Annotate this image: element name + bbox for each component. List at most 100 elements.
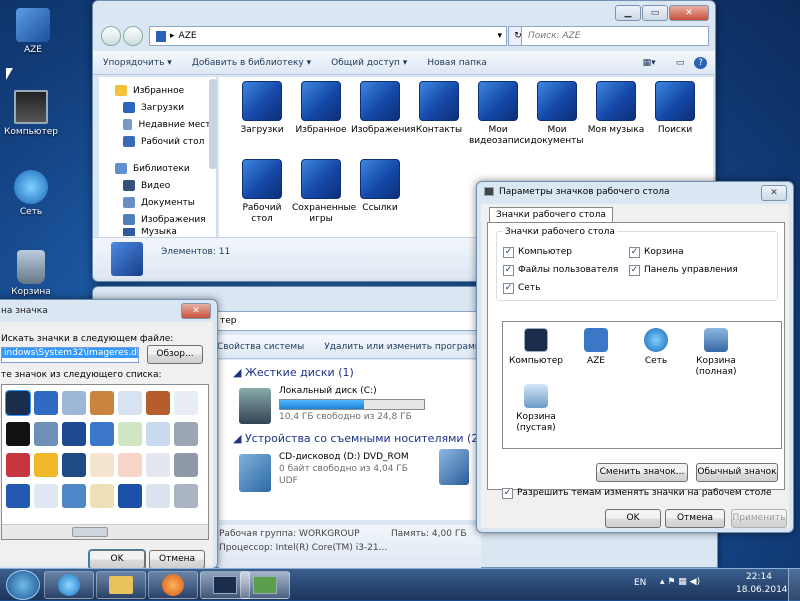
- folders-icon[interactable]: [62, 484, 86, 508]
- preview-network[interactable]: Сеть: [627, 328, 685, 367]
- browse-button[interactable]: Обзор...: [147, 345, 203, 364]
- scroll-thumb[interactable]: [72, 527, 108, 537]
- help-icon[interactable]: ?: [694, 56, 707, 69]
- screen-icon[interactable]: [62, 453, 86, 477]
- view-options-icon[interactable]: ▦▾: [633, 58, 666, 68]
- forward-button[interactable]: [123, 26, 143, 46]
- start-button[interactable]: [6, 570, 40, 600]
- folder-item[interactable]: Рабочий стол: [233, 159, 291, 225]
- preview-pane-icon[interactable]: ▭: [666, 58, 695, 68]
- checkbox-recycle-bin[interactable]: ✓ Корзина: [629, 244, 684, 260]
- maximize-button[interactable]: ▭: [642, 5, 668, 21]
- font-icon[interactable]: [90, 453, 114, 477]
- add-to-library-menu[interactable]: Добавить в библиотеку ▾: [182, 58, 321, 68]
- tab-desktop-icons[interactable]: Значки рабочего стола: [489, 207, 613, 222]
- address-dropdown-icon[interactable]: ▾: [497, 31, 502, 41]
- games-icon[interactable]: [6, 453, 30, 477]
- folder-item[interactable]: Моя музыка: [587, 81, 645, 136]
- checkbox-box[interactable]: ✓: [629, 264, 640, 276]
- monitor-icon[interactable]: [6, 422, 30, 446]
- dvd-disc-icon[interactable]: [174, 453, 198, 477]
- icon-preview-list[interactable]: Компьютер AZE Сеть Корзина (полная) Корз…: [502, 321, 782, 449]
- ok-button[interactable]: OK: [88, 549, 146, 570]
- folder-item[interactable]: Мои документы: [528, 81, 586, 147]
- ie-icon[interactable]: [118, 422, 142, 446]
- nav-recent[interactable]: Недавние места: [99, 116, 216, 133]
- show-desktop-button[interactable]: [788, 569, 800, 601]
- preview-recycle-full[interactable]: Корзина (полная): [687, 328, 745, 378]
- checkbox-control-panel[interactable]: ✓ Панель управления: [629, 262, 738, 278]
- checkbox-box[interactable]: ✓: [502, 487, 513, 499]
- disc-icon[interactable]: [174, 484, 198, 508]
- address-bar[interactable]: ▸ AZE ▾: [149, 26, 507, 46]
- icon-list-scrollbar[interactable]: [2, 524, 208, 539]
- checkbox-allow-themes[interactable]: ✓ Разрешить темам изменять значки на рабо…: [502, 485, 772, 501]
- hdd-group-header[interactable]: ◢ Жесткие диски (1): [233, 366, 354, 379]
- tray-icons[interactable]: ▴ ⚑ ▦ ◀): [660, 577, 700, 587]
- folder-item[interactable]: Сохраненные игры: [292, 159, 356, 225]
- nav-libraries[interactable]: Библиотеки: [99, 160, 216, 177]
- taskbar-personalization[interactable]: [240, 571, 290, 599]
- icon-list[interactable]: [1, 384, 209, 540]
- checkbox-box[interactable]: ✓: [503, 246, 514, 258]
- taskbar-ie[interactable]: [44, 571, 94, 599]
- nav-video[interactable]: Видео: [99, 177, 216, 194]
- network-icon[interactable]: [62, 391, 86, 415]
- ok-button[interactable]: OK: [605, 509, 661, 528]
- computer-icon[interactable]: [5, 390, 31, 416]
- checkbox-box[interactable]: ✓: [503, 282, 514, 294]
- blue-folder-icon[interactable]: [118, 484, 142, 508]
- nav-music[interactable]: Музыка: [99, 228, 216, 236]
- folder-item[interactable]: Мои видеозаписи: [469, 81, 530, 147]
- desktop-icon-aze[interactable]: AZE: [2, 8, 64, 55]
- organize-menu[interactable]: Упорядочить ▾: [93, 58, 182, 68]
- cd-icon[interactable]: [118, 391, 142, 415]
- star-icon[interactable]: [34, 453, 58, 477]
- settings-icon[interactable]: [34, 422, 58, 446]
- nav-favorites[interactable]: Избранное: [99, 82, 216, 99]
- desktop-icon-recycle[interactable]: Корзина: [0, 250, 62, 297]
- nav-images[interactable]: Изображения: [99, 211, 216, 228]
- clock-date[interactable]: 18.06.2014: [736, 585, 788, 595]
- dvd-icon-right[interactable]: [439, 449, 469, 485]
- nav-downloads[interactable]: Загрузки: [99, 99, 216, 116]
- close-button[interactable]: ✕: [761, 185, 787, 201]
- list-icon[interactable]: [34, 484, 58, 508]
- folder-item[interactable]: Избранное: [292, 81, 350, 136]
- folder-item[interactable]: Поиски: [646, 81, 704, 136]
- cancel-button[interactable]: Отмена: [149, 550, 205, 569]
- folder-item[interactable]: Контакты: [410, 81, 468, 136]
- share-menu[interactable]: Общий доступ ▾: [321, 58, 417, 68]
- folder-icon[interactable]: [34, 391, 58, 415]
- image-icon[interactable]: [146, 453, 170, 477]
- nav-scrollbar[interactable]: [209, 79, 217, 169]
- back-button[interactable]: [101, 26, 121, 46]
- document-icon[interactable]: [174, 391, 198, 415]
- removable-group-header[interactable]: ◢ Устройства со съемными носителями (2): [233, 432, 483, 445]
- drive-c[interactable]: Локальный диск (C:) 10,4 ГБ свободно из …: [237, 386, 477, 426]
- preview-recycle-empty[interactable]: Корзина (пустая): [507, 384, 565, 434]
- film-icon[interactable]: [146, 484, 170, 508]
- desktop-icon-computer[interactable]: Компьютер: [0, 90, 62, 137]
- language-indicator[interactable]: EN: [634, 578, 646, 588]
- taskbar-media-player[interactable]: [148, 571, 198, 599]
- folder-item[interactable]: Ссылки: [351, 159, 409, 214]
- font-italic-icon[interactable]: [118, 453, 142, 477]
- folder-item[interactable]: Загрузки: [233, 81, 291, 136]
- default-icon-button[interactable]: Обычный значок: [696, 463, 778, 482]
- checkbox-box[interactable]: ✓: [503, 264, 514, 276]
- icon-file-input[interactable]: indows\System32\imageres.dll: [1, 347, 139, 363]
- pictures-icon[interactable]: [90, 391, 114, 415]
- close-button[interactable]: ✕: [669, 5, 709, 21]
- checkbox-box[interactable]: ✓: [629, 246, 640, 258]
- dvd-icon[interactable]: [174, 422, 198, 446]
- cancel-button[interactable]: Отмена: [665, 509, 725, 528]
- close-button[interactable]: ✕: [181, 303, 211, 319]
- minimize-button[interactable]: ▁: [615, 5, 641, 21]
- taskbar-explorer[interactable]: [96, 571, 146, 599]
- desktop-icon-network[interactable]: Сеть: [0, 170, 62, 217]
- text-icon[interactable]: [90, 484, 114, 508]
- preview-computer[interactable]: Компьютер: [507, 328, 565, 367]
- nav-desktop[interactable]: Рабочий стол: [99, 133, 216, 150]
- preview-user[interactable]: AZE: [567, 328, 625, 367]
